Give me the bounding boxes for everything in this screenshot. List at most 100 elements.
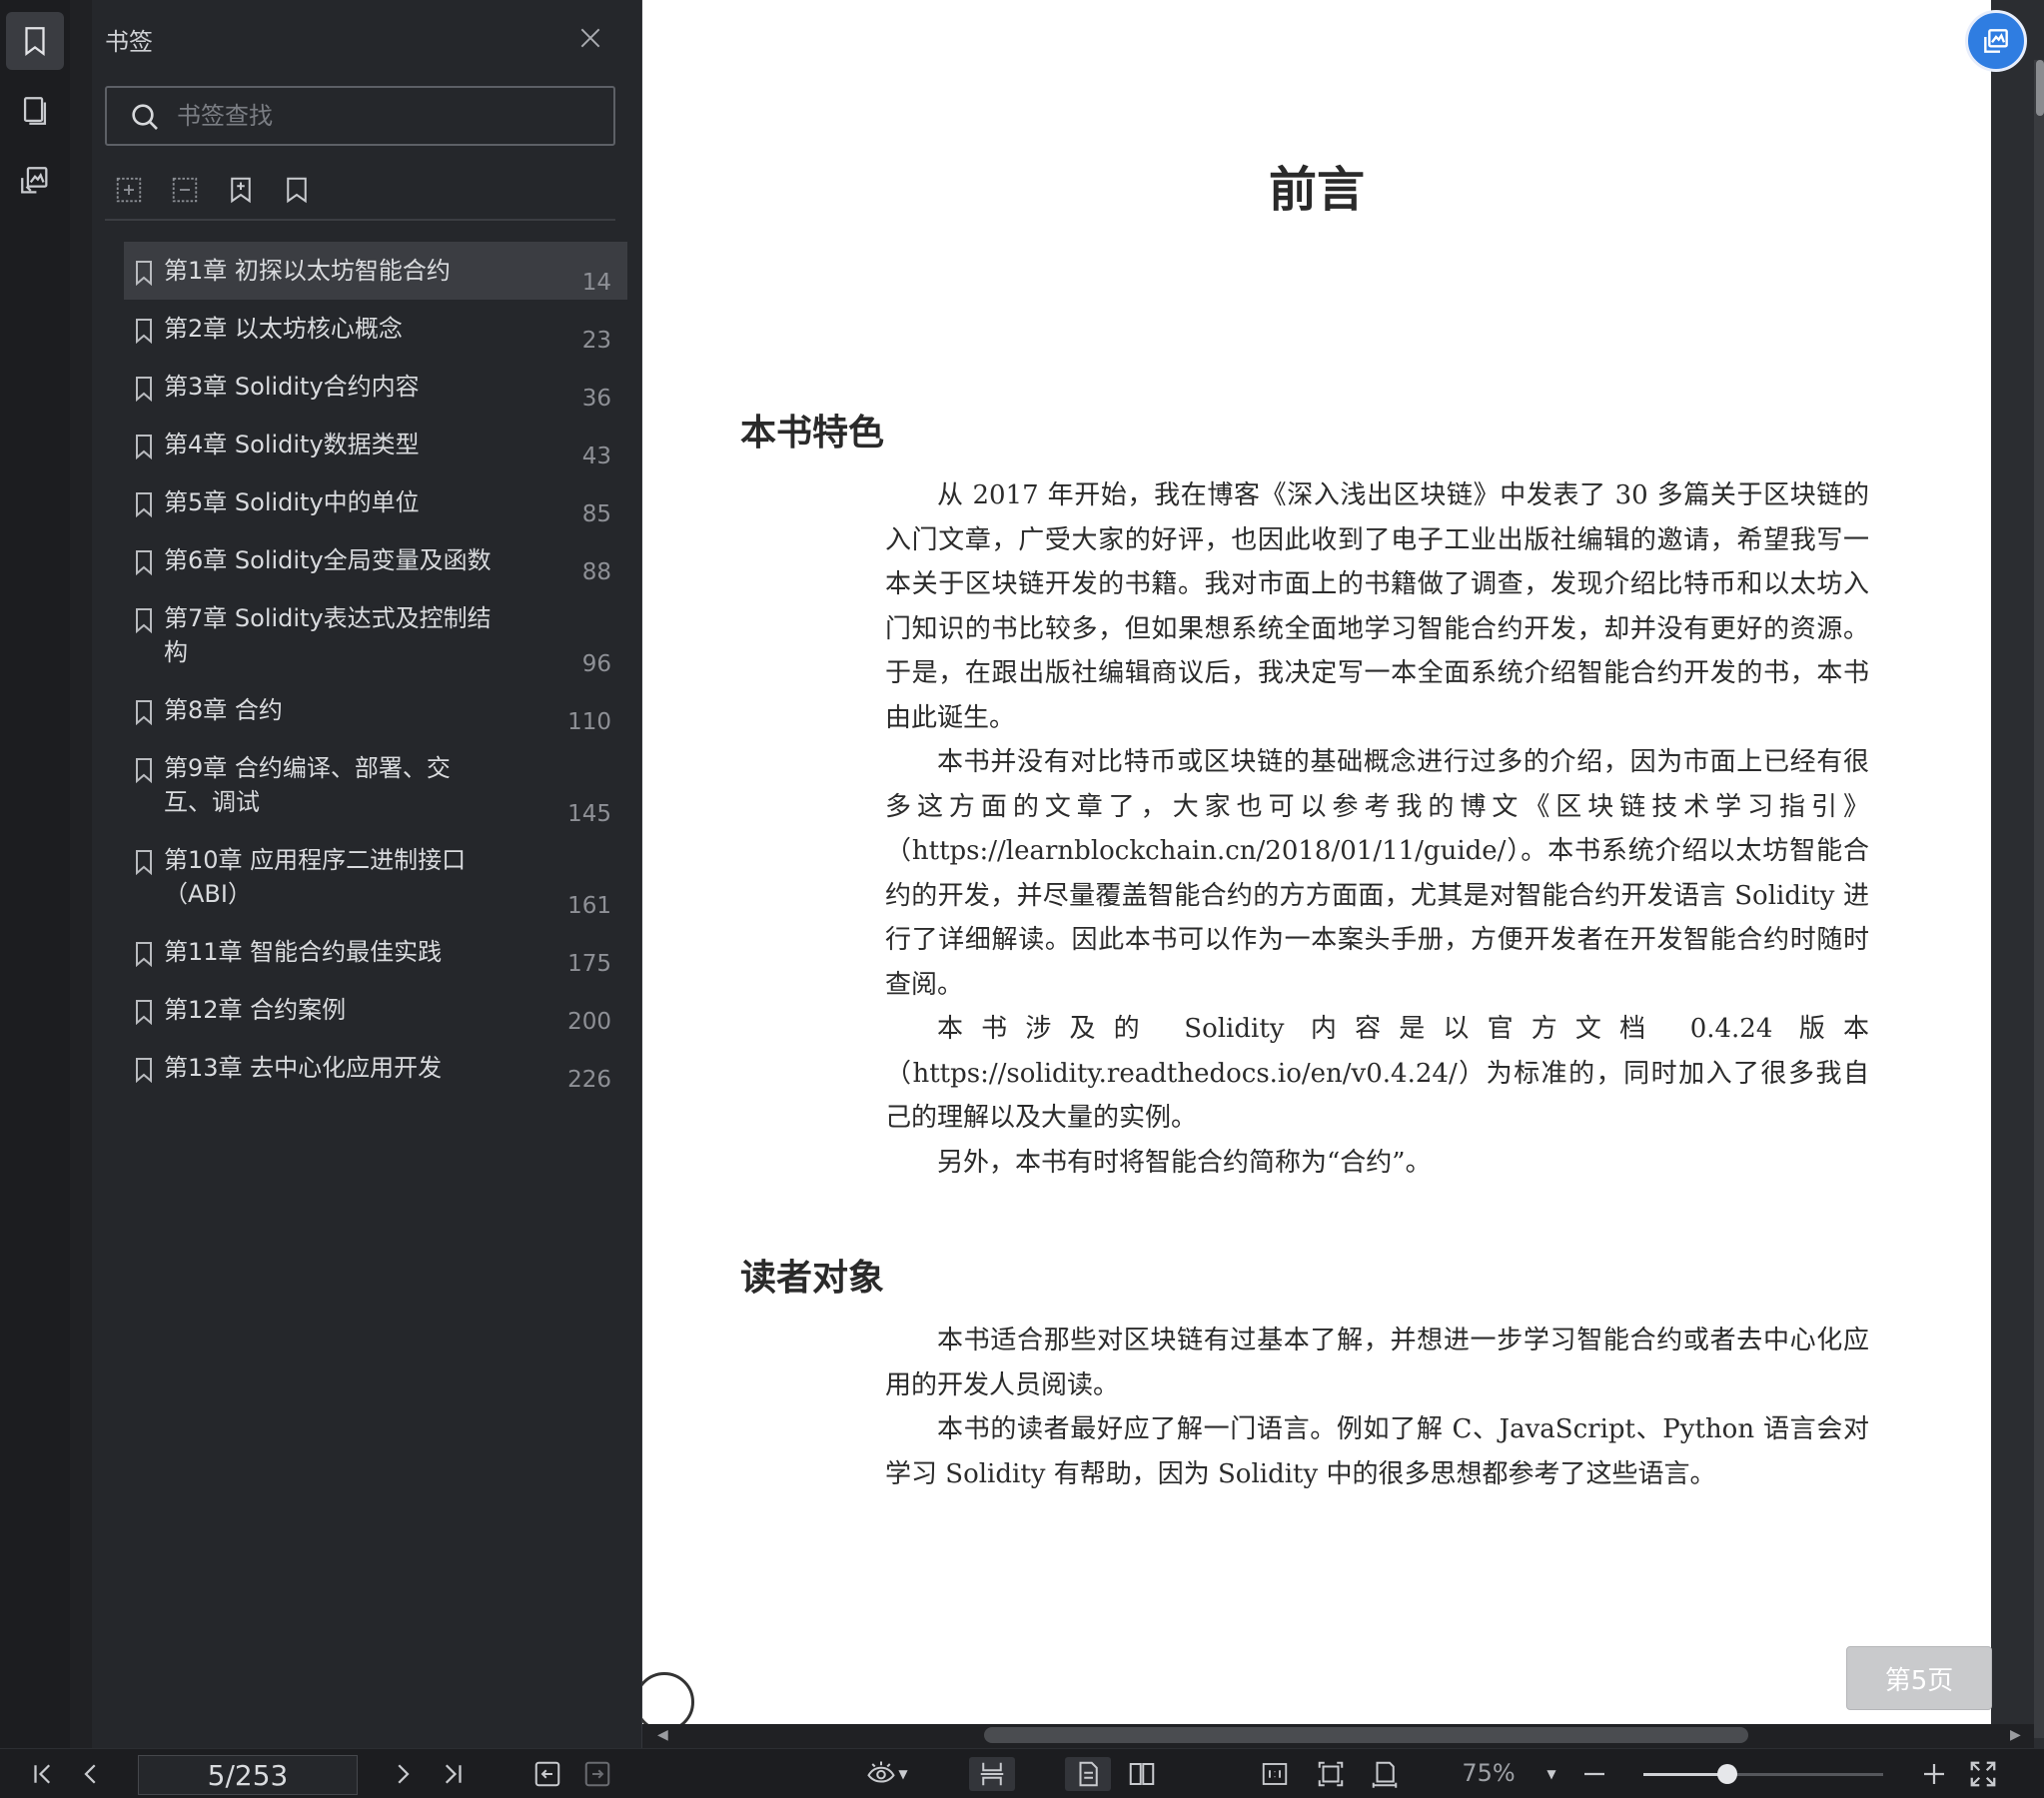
zoom-out-button[interactable]: [1578, 1757, 1610, 1791]
bookmark-item[interactable]: 第13章 去中心化应用开发 226: [124, 1039, 627, 1097]
next-page-button[interactable]: [386, 1757, 420, 1791]
vertical-scrollbar-thumb[interactable]: [2036, 60, 2044, 116]
bookmark-item[interactable]: 第11章 智能合约最佳实践 175: [124, 923, 627, 981]
bookmark-page-number: 226: [567, 1067, 611, 1093]
bookmark-panel-button[interactable]: [6, 12, 64, 70]
page-number-input[interactable]: [138, 1755, 358, 1795]
floating-translate-button[interactable]: [1965, 10, 2027, 72]
fit-width-button[interactable]: [1367, 1757, 1403, 1791]
bookmark-page-number: 85: [581, 501, 611, 527]
go-back-button[interactable]: [529, 1757, 565, 1791]
bookmark-label: 第9章 合约编译、部署、交互、调试: [164, 754, 451, 816]
current-page-badge: 第5页: [1846, 1646, 1992, 1710]
previous-page-button[interactable]: [74, 1757, 108, 1791]
minus-icon: [1584, 1772, 1604, 1776]
bookmark-icon: [25, 27, 45, 57]
bookmark-page-number: 36: [581, 386, 611, 412]
double-page-button[interactable]: [1119, 1757, 1165, 1791]
bookmark-label: 第8章 合约: [164, 696, 283, 724]
paragraph: 本书的读者最好应了解一门语言。例如了解 C、JavaScript、Python …: [885, 1414, 1869, 1489]
go-forward-button[interactable]: [579, 1757, 615, 1791]
bookmark-item[interactable]: 第5章 Solidity中的单位 85: [124, 473, 627, 531]
actual-size-icon: [1262, 1763, 1288, 1785]
bookmark-label: 第3章 Solidity合约内容: [164, 373, 420, 401]
bookmark-item[interactable]: 第12章 合约案例 200: [124, 981, 627, 1039]
eye-care-mode-button[interactable]: ▼: [859, 1757, 915, 1791]
bookmark-label: 第2章 以太坊核心概念: [164, 315, 403, 343]
bookmark-item[interactable]: 第8章 合约 110: [124, 681, 627, 739]
bottom-toolbar: ▼ 75% ▼: [0, 1748, 2044, 1798]
bookmark-page-number: 96: [581, 651, 611, 677]
bookmark-page-number: 88: [581, 559, 611, 585]
scroll-right-arrow-icon[interactable]: ▶: [2010, 1727, 2021, 1743]
eye-icon: [867, 1761, 896, 1783]
chevron-right-icon: [398, 1764, 410, 1784]
bookmark-search-box[interactable]: [105, 86, 615, 146]
bookmark-panel: 书签 第1章 初探以太坊智能合约 14 第2章 以太坊核心概念 23: [70, 0, 642, 1748]
bookmark-page-number: 110: [567, 709, 611, 735]
horizontal-scrollbar-thumb[interactable]: [984, 1727, 1748, 1743]
screen-translate-icon: [1984, 29, 2008, 53]
bookmark-label: 第10章 应用程序二进制接口（ABI）: [164, 846, 467, 908]
bookmark-icon: [124, 254, 164, 288]
bookmark-item[interactable]: 第9章 合约编译、部署、交互、调试 145: [124, 739, 627, 831]
zoom-dropdown-button[interactable]: ▼: [1538, 1757, 1564, 1791]
close-panel-button[interactable]: [574, 22, 606, 54]
bookmark-icon: [124, 428, 164, 461]
bookmark-item[interactable]: 第6章 Solidity全局变量及函数 88: [124, 531, 627, 589]
bookmark-options-button[interactable]: [280, 172, 314, 208]
bookmark-page-number: 145: [567, 801, 611, 827]
pages-icon: [23, 97, 47, 125]
fit-page-button[interactable]: [1313, 1757, 1349, 1791]
paragraph: 从 2017 年开始，我在博客《深入浅出区块链》中发表了 30 多篇关于区块链的…: [885, 480, 1869, 733]
single-page-icon: [1079, 1761, 1098, 1787]
collapse-all-button[interactable]: [168, 172, 202, 208]
first-page-button[interactable]: [26, 1757, 60, 1791]
expand-all-button[interactable]: [112, 172, 146, 208]
bookmark-label: 第11章 智能合约最佳实践: [164, 938, 443, 966]
bookmark-search-input[interactable]: [177, 94, 596, 138]
document-page: 前言 本书特色 从 2017 年开始，我在博客《深入浅出区块链》中发表了 30 …: [642, 0, 1991, 1724]
plus-icon: [1924, 1764, 1944, 1784]
single-page-button[interactable]: [1065, 1757, 1111, 1791]
bookmark-label: 第5章 Solidity中的单位: [164, 488, 420, 516]
bookmark-page-number: 23: [581, 328, 611, 354]
bookmark-icon: [124, 485, 164, 519]
section-title: 本书特色: [740, 413, 885, 453]
bookmark-add-icon: [231, 177, 251, 204]
fit-page-icon: [1318, 1761, 1344, 1787]
bookmark-icon: [124, 993, 164, 1027]
bookmark-item[interactable]: 第3章 Solidity合约内容 36: [124, 358, 627, 416]
bookmark-page-number: 14: [581, 270, 611, 296]
zoom-level[interactable]: 75%: [1439, 1759, 1538, 1787]
extract-panel-button[interactable]: [6, 152, 64, 210]
bookmark-item[interactable]: 第7章 Solidity表达式及控制结构 96: [124, 589, 627, 681]
vertical-scrollbar[interactable]: [2034, 60, 2044, 1738]
bookmark-item[interactable]: 第10章 应用程序二进制接口（ABI） 161: [124, 831, 627, 923]
zoom-in-button[interactable]: [1918, 1757, 1950, 1791]
bookmark-item[interactable]: 第2章 以太坊核心概念 23: [124, 300, 627, 358]
bookmark-icon: [124, 1051, 164, 1085]
left-icon-rail: [0, 0, 70, 1748]
fullscreen-button[interactable]: [1966, 1757, 2000, 1791]
add-bookmark-button[interactable]: [224, 172, 258, 208]
bookmark-item[interactable]: 第1章 初探以太坊智能合约 14: [124, 242, 627, 300]
double-page-icon: [1129, 1763, 1155, 1785]
bookmark-page-number: 161: [567, 893, 611, 919]
section-body: 从 2017 年开始，我在博客《深入浅出区块链》中发表了 30 多篇关于区块链的…: [885, 473, 1869, 1185]
collapse-all-icon: [172, 177, 198, 203]
bookmark-icon: [124, 312, 164, 346]
last-page-button[interactable]: [436, 1757, 470, 1791]
thumbnail-panel-button[interactable]: [6, 82, 64, 140]
bookmark-page-number: 43: [581, 444, 611, 469]
bookmark-icon: [124, 843, 164, 911]
document-viewport[interactable]: 前言 本书特色 从 2017 年开始，我在博客《深入浅出区块链》中发表了 30 …: [642, 0, 2044, 1748]
last-page-icon: [445, 1764, 462, 1784]
zoom-slider-handle[interactable]: [1717, 1764, 1737, 1784]
scroll-left-arrow-icon[interactable]: ◀: [657, 1727, 668, 1743]
continuous-scroll-button[interactable]: [969, 1757, 1015, 1791]
back-navigate-icon: [534, 1761, 560, 1787]
actual-size-button[interactable]: [1257, 1757, 1293, 1791]
bookmark-item[interactable]: 第4章 Solidity数据类型 43: [124, 416, 627, 473]
bookmark-list: 第1章 初探以太坊智能合约 14 第2章 以太坊核心概念 23 第3章 Soli…: [124, 242, 627, 1097]
